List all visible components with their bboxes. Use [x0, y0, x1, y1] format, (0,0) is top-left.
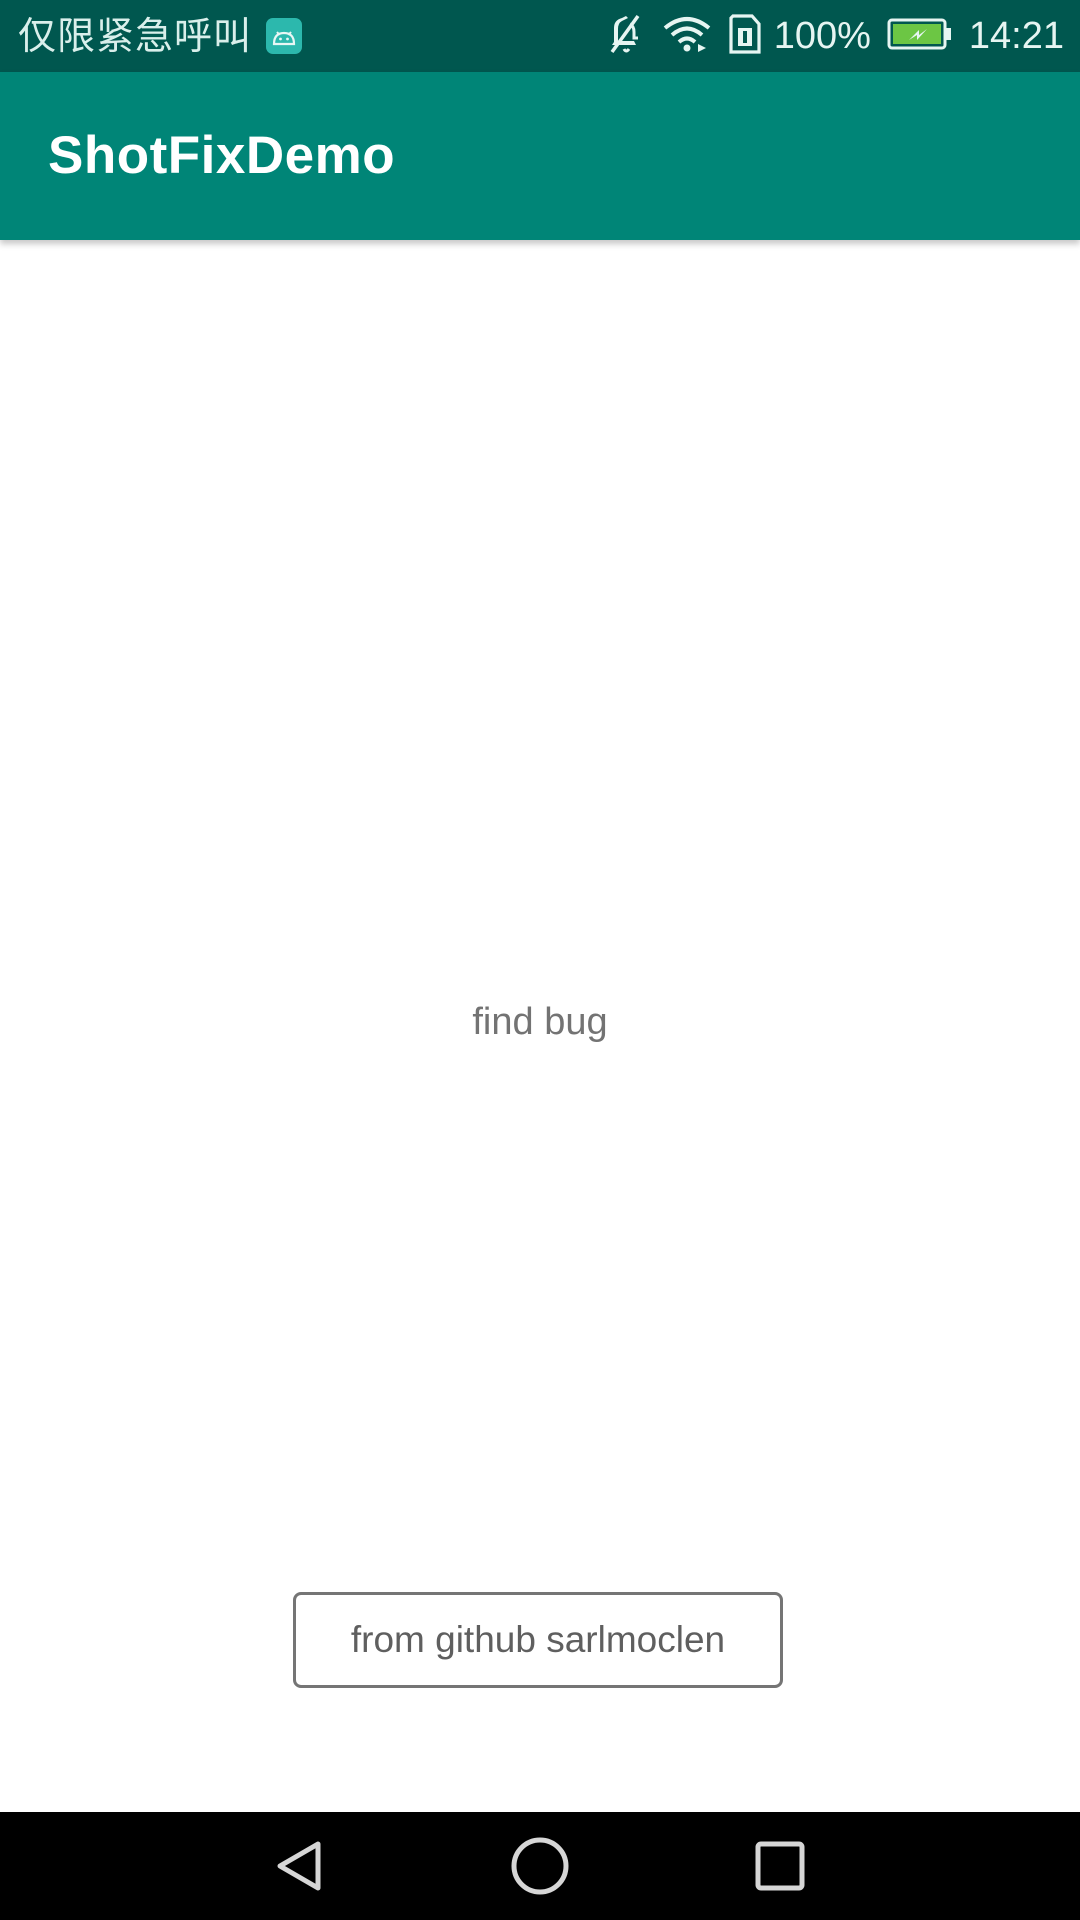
status-right: 100% 14:21 [590, 0, 1064, 72]
carrier-text: 仅限紧急呼叫 [18, 14, 253, 58]
status-left: 仅限紧急呼叫 [18, 0, 303, 72]
sim-icon [728, 12, 762, 60]
wifi-icon [662, 14, 712, 58]
screen: 仅限紧急呼叫 100% 14:21 ShotFixDemo find bug f… [0, 0, 1080, 1920]
app-bar: ShotFixDemo [0, 72, 1080, 240]
back-icon [277, 1841, 321, 1891]
home-icon [511, 1837, 569, 1895]
find-bug-text: find bug [472, 1001, 608, 1043]
android-icon [266, 18, 303, 54]
page-title: ShotFixDemo [48, 126, 396, 185]
home-button[interactable] [480, 1812, 600, 1920]
recents-button[interactable] [720, 1812, 840, 1920]
battery-percent: 100% [773, 14, 871, 57]
clock: 14:21 [968, 14, 1064, 57]
status-bar: 仅限紧急呼叫 100% 14:21 [0, 0, 1080, 72]
battery-charging-icon [887, 18, 953, 54]
back-button[interactable] [240, 1812, 360, 1920]
recents-icon [755, 1841, 805, 1891]
github-button-label: from github sarlmoclen [350, 1619, 726, 1660]
main-content: find bug from github sarlmoclen [0, 240, 1080, 1812]
navigation-bar [0, 1812, 1080, 1920]
github-button[interactable]: from github sarlmoclen [293, 1592, 783, 1688]
mute-icon [606, 12, 646, 60]
